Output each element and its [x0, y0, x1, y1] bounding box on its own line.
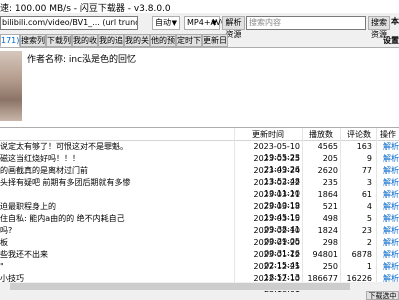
play-count: 521	[322, 202, 338, 211]
play-count: 298	[322, 238, 338, 247]
video-title: 迫最职程身上的	[0, 202, 56, 211]
table-row[interactable]: 2023-03-21 20:10:19 1864 61 解析	[0, 189, 399, 210]
video-title: 磁这当红烧好吗！！！	[0, 154, 80, 163]
quality-select[interactable]: 自动 ▼	[152, 16, 180, 30]
tab-favorites[interactable]: 我的收藏	[72, 34, 98, 56]
parse-link[interactable]: 解析	[383, 261, 399, 272]
settings-hint[interactable]: 设置	[383, 35, 399, 46]
play-count: 4565	[317, 142, 338, 151]
table-row[interactable]: " 2022-12-25 18:57:13 250 1 解析	[0, 261, 399, 282]
comment-count: 1	[366, 262, 372, 271]
table-row[interactable]: 板 2023-01-20 00:31:26 298 2 解析	[0, 237, 399, 258]
comment-count: 6878	[351, 250, 372, 259]
parse-link[interactable]: 解析	[383, 201, 399, 212]
parse-button[interactable]: 解析资源	[222, 16, 245, 39]
tab-scheduled-download[interactable]: 定时下载	[176, 34, 202, 56]
table-row[interactable]: 头择有疑吧 前期有多团后期就有多惨 2023-03-22 10:11:10 23…	[0, 177, 399, 198]
comment-count: 3	[366, 178, 372, 187]
table-row[interactable]: 吗? 2023-02-10 00:29:05 1824 23 解析	[0, 225, 399, 246]
search-input[interactable]: 搜索内容	[246, 16, 366, 30]
download-selected-button[interactable]: 下载选中	[366, 291, 399, 300]
tab-following-anime[interactable]: 我的追番	[98, 34, 124, 56]
tab-changelog[interactable]: 更新日志	[202, 34, 228, 56]
comment-count: 23	[361, 226, 372, 235]
horizontal-scrollbar[interactable]	[0, 282, 399, 291]
video-title: 头择有疑吧 前期有多团后期就有多惨	[0, 178, 131, 187]
tab-search-list[interactable]: 搜索列表	[20, 34, 46, 56]
parse-link[interactable]: 解析	[383, 165, 399, 176]
comment-count: 5	[366, 214, 372, 223]
table-row[interactable]: 说定太有够了！可恨这对不是罪魁。 2023-05-10 19:55:23 456…	[0, 141, 399, 162]
codec-select-value: MP4+AVC	[187, 18, 227, 27]
play-count: 498	[322, 214, 338, 223]
url-input[interactable]: bilibili.com/video/BV1_... (url truncate…	[0, 16, 138, 30]
chevron-down-icon: ▼	[211, 19, 217, 27]
comment-count: 9	[366, 154, 372, 163]
parse-link[interactable]: 解析	[383, 249, 399, 260]
col-comments[interactable]: 评论数	[342, 129, 376, 140]
video-title: 板	[0, 238, 8, 247]
parse-link[interactable]: 解析	[383, 177, 399, 188]
search-button[interactable]: 搜索资源	[368, 16, 390, 39]
table-row[interactable]: 迫最职程身上的 2023-03-18 19:45:10 521 4 解析	[0, 201, 399, 222]
window-title-bar: 速: 100.00 MB/s - 闪豆下载器 - v3.8.0.0	[0, 0, 399, 14]
play-count: 1824	[317, 226, 338, 235]
play-count: 235	[322, 178, 338, 187]
tab-download-list[interactable]: 下载列表	[46, 34, 72, 56]
codec-select[interactable]: MP4+AVC ▼	[184, 16, 227, 30]
play-count: 205	[322, 154, 338, 163]
author-panel: 作者名称: inc泓是色的回忆	[0, 47, 399, 128]
comment-count: 2	[366, 238, 372, 247]
table-row[interactable]: 住自私: 能内a由的的 绝不内耗自己 2023-03-15 09:38:41 4…	[0, 213, 399, 234]
footer-bar: 下载选中	[0, 291, 399, 300]
comment-count: 77	[361, 166, 372, 175]
window-title: 速: 100.00 MB/s - 闪豆下载器 - v3.8.0.0	[0, 4, 171, 14]
side-hint-top: 本	[391, 17, 399, 26]
author-name: 作者名称: inc泓是色的回忆	[27, 55, 137, 65]
video-title: "	[0, 262, 4, 271]
video-title: 的画截真的是离材过门前	[0, 166, 88, 175]
tab-current[interactable]: 171)	[0, 34, 20, 47]
video-table: 更新时间 播放数 评论数 操作 说定太有够了！可恨这对不是罪魁。 2023-05…	[0, 127, 399, 294]
comment-count: 4	[366, 202, 372, 211]
parse-link[interactable]: 解析	[383, 213, 399, 224]
play-count: 94801	[312, 250, 338, 259]
play-count: 1864	[317, 190, 338, 199]
table-row[interactable]: 些我还不出来 2023-01-12 02:15:41 94801 6878 解析	[0, 249, 399, 270]
play-count: 2620	[317, 166, 338, 175]
quality-select-value: 自动	[155, 18, 171, 27]
chevron-down-icon: ▼	[171, 19, 177, 27]
table-row[interactable]: 磁这当红烧好吗！！！ 2023-03-25 21:49:26 205 9 解析	[0, 153, 399, 174]
tab-bar: 171) 搜索列表 下载列表 我的收藏 我的追番 我的关注 他的预播 定时下载 …	[0, 34, 399, 56]
url-toolbar: bilibili.com/video/BV1_... (url truncate…	[0, 14, 399, 39]
col-action[interactable]: 操作	[378, 129, 398, 140]
comment-count: 61	[361, 190, 372, 199]
video-title: 吗?	[0, 226, 13, 235]
parse-link[interactable]: 解析	[383, 153, 399, 164]
play-count: 250	[322, 262, 338, 271]
table-row[interactable]: 的画截真的是离材过门前 2023-03-24 13:52:48 2620 77 …	[0, 165, 399, 186]
tab-following[interactable]: 我的关注	[124, 34, 150, 56]
col-update-time[interactable]: 更新时间	[236, 129, 300, 140]
video-title: 些我还不出来	[0, 250, 48, 259]
parse-link[interactable]: 解析	[383, 189, 399, 200]
comment-count: 163	[356, 142, 372, 151]
scrollbar-thumb[interactable]	[10, 283, 350, 290]
parse-link[interactable]: 解析	[383, 237, 399, 248]
tab-his-preview[interactable]: 他的预播	[150, 34, 176, 56]
avatar	[0, 51, 22, 121]
video-title: 说定太有够了！可恨这对不是罪魁。	[0, 142, 128, 151]
parse-link[interactable]: 解析	[383, 225, 399, 236]
col-plays[interactable]: 播放数	[304, 129, 338, 140]
video-title: 住自私: 能内a由的的 绝不内耗自己	[0, 214, 125, 223]
parse-link[interactable]: 解析	[383, 141, 399, 152]
